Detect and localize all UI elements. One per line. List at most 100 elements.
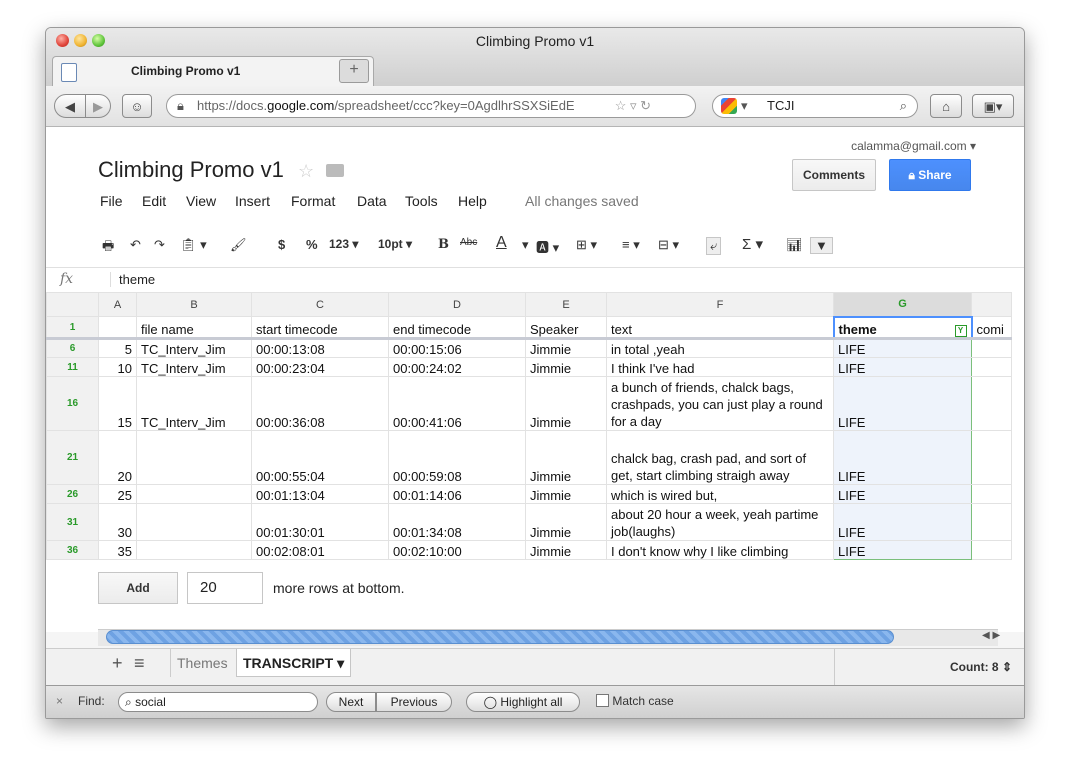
cell[interactable]: a bunch of friends, chalck bags, crashpa… — [606, 376, 834, 431]
cell[interactable]: LIFE — [833, 503, 972, 541]
cell[interactable] — [98, 316, 137, 339]
cell[interactable]: 5 — [98, 338, 137, 358]
cell[interactable]: 00:00:41:06 — [388, 376, 526, 431]
insert-chart-icon[interactable]: 📊︎ — [786, 237, 803, 253]
wrap-text-icon[interactable]: ⤶ — [706, 237, 722, 255]
bold-button[interactable]: B — [438, 237, 449, 252]
filter-icon[interactable]: ▼ — [810, 237, 833, 254]
back-button[interactable]: ◀ — [54, 94, 86, 118]
formula-input[interactable]: theme — [110, 272, 155, 287]
row-number[interactable]: 26 — [46, 484, 99, 504]
column-header-c[interactable]: C — [251, 292, 389, 317]
cell[interactable]: LIFE — [833, 338, 972, 358]
document-title[interactable]: Climbing Promo v1 ☆ — [98, 157, 345, 183]
number-format-button[interactable]: 123 ▾ — [329, 237, 358, 251]
column-header-b[interactable]: B — [136, 292, 252, 317]
menu-view[interactable]: View — [186, 193, 216, 209]
cell[interactable]: 00:00:55:04 — [251, 430, 389, 485]
cell[interactable]: 20 — [98, 430, 137, 485]
cell[interactable]: LIFE — [833, 376, 972, 431]
paint-format-icon[interactable]: 🖌︎ — [230, 237, 247, 253]
cell[interactable]: 00:02:10:00 — [388, 540, 526, 560]
folder-icon[interactable] — [326, 164, 345, 177]
row-number[interactable]: 36 — [46, 540, 99, 560]
menu-format[interactable]: Format — [291, 193, 335, 209]
text-color-button[interactable]: A — [496, 234, 507, 252]
cell[interactable]: LIFE — [833, 484, 972, 504]
cell[interactable] — [136, 484, 252, 504]
magnifier-icon[interactable]: ⌕ — [900, 95, 907, 117]
fill-color-icon[interactable]: 🅰︎ ▾ — [536, 237, 559, 256]
paste-icon[interactable]: 📋︎ ▾ — [180, 237, 207, 253]
cell[interactable]: text — [606, 316, 834, 339]
cell[interactable]: 15 — [98, 376, 137, 431]
comments-button[interactable]: Comments — [792, 159, 876, 191]
home-button[interactable]: ⌂ — [930, 94, 962, 118]
cell[interactable]: Jimmie — [525, 484, 607, 504]
cell[interactable]: I don't know why I like climbing — [606, 540, 834, 560]
row-number[interactable]: 21 — [46, 430, 99, 485]
column-header-g[interactable]: G — [833, 292, 972, 317]
column-filter-icon[interactable]: Y — [954, 325, 967, 337]
cell[interactable]: Jimmie — [525, 357, 607, 377]
cell[interactable]: Speaker — [525, 316, 607, 339]
column-header-a[interactable]: A — [98, 292, 137, 317]
new-tab-button[interactable]: + — [339, 59, 369, 83]
menu-insert[interactable]: Insert — [235, 193, 270, 209]
find-input[interactable]: ⌕ social — [118, 692, 318, 712]
star-icon[interactable]: ☆ — [298, 161, 314, 181]
share-button[interactable]: 🔒︎ Share — [889, 159, 971, 191]
horizontal-scrollbar-thumb[interactable] — [106, 630, 894, 644]
menu-tools[interactable]: Tools — [405, 193, 438, 209]
column-header-f[interactable]: F — [606, 292, 834, 317]
cell[interactable] — [971, 338, 1012, 358]
column-header-h[interactable] — [971, 292, 1012, 317]
menu-data[interactable]: Data — [357, 193, 387, 209]
cell[interactable]: chalck bag, crash pad, and sort of get, … — [606, 430, 834, 485]
cell[interactable]: TC_Interv_Jim — [136, 376, 252, 431]
rows-count-input[interactable]: 20 — [187, 572, 263, 604]
undo-icon[interactable]: ↶ — [130, 237, 141, 253]
cell[interactable]: 30 — [98, 503, 137, 541]
cell[interactable]: TC_Interv_Jim — [136, 357, 252, 377]
menu-file[interactable]: File — [100, 193, 123, 209]
cell[interactable]: LIFE — [833, 357, 972, 377]
cell[interactable]: Jimmie — [525, 376, 607, 431]
cell[interactable]: start timecode — [251, 316, 389, 339]
sheet-list-button[interactable]: ≡ — [128, 649, 151, 677]
currency-format-button[interactable]: $ — [278, 237, 285, 252]
search-box[interactable]: ▾ TCJI ⌕ — [712, 94, 918, 118]
cell[interactable]: end timecode — [388, 316, 526, 339]
cell[interactable]: 00:00:23:04 — [251, 357, 389, 377]
menu-edit[interactable]: Edit — [142, 193, 166, 209]
row-number[interactable]: 6 — [46, 338, 99, 358]
functions-icon[interactable]: Σ ▾ — [742, 235, 763, 253]
bookmark-star-icon[interactable]: ☆ ▿ ↻ — [610, 95, 651, 117]
column-header-d[interactable]: D — [388, 292, 526, 317]
cell[interactable] — [971, 484, 1012, 504]
cell[interactable]: about 20 hour a week, yeah partime job(l… — [606, 503, 834, 541]
percent-format-button[interactable]: % — [306, 237, 318, 252]
cell[interactable]: LIFE — [833, 430, 972, 485]
cell[interactable]: LIFE — [833, 540, 972, 560]
tab-transcript[interactable]: TRANSCRIPT ▾ — [236, 649, 352, 677]
row-number[interactable]: 11 — [46, 357, 99, 377]
selected-cell-theme[interactable]: theme Y — [832, 315, 973, 340]
cell[interactable]: 00:01:14:06 — [388, 484, 526, 504]
cell[interactable]: I think I've had — [606, 357, 834, 377]
add-sheet-button[interactable]: + — [106, 649, 129, 677]
font-size-select[interactable]: 10pt ▾ — [378, 237, 412, 251]
text-color-dropdown-icon[interactable]: ▾ — [522, 237, 529, 253]
cell[interactable]: Jimmie — [525, 540, 607, 560]
menu-help[interactable]: Help — [458, 193, 487, 209]
cell[interactable]: 00:01:13:04 — [251, 484, 389, 504]
match-case-checkbox[interactable]: Match case — [596, 694, 674, 708]
cell[interactable]: in total ,yeah — [606, 338, 834, 358]
row-number[interactable]: 16 — [46, 376, 99, 431]
print-icon[interactable]: 🖶︎ — [102, 237, 114, 259]
cell[interactable] — [971, 376, 1012, 431]
page-menu-button[interactable]: ▣▾ — [972, 94, 1014, 118]
add-rows-button[interactable]: Add — [98, 572, 178, 604]
cell[interactable]: which is wired but, — [606, 484, 834, 504]
cell[interactable]: Jimmie — [525, 430, 607, 485]
